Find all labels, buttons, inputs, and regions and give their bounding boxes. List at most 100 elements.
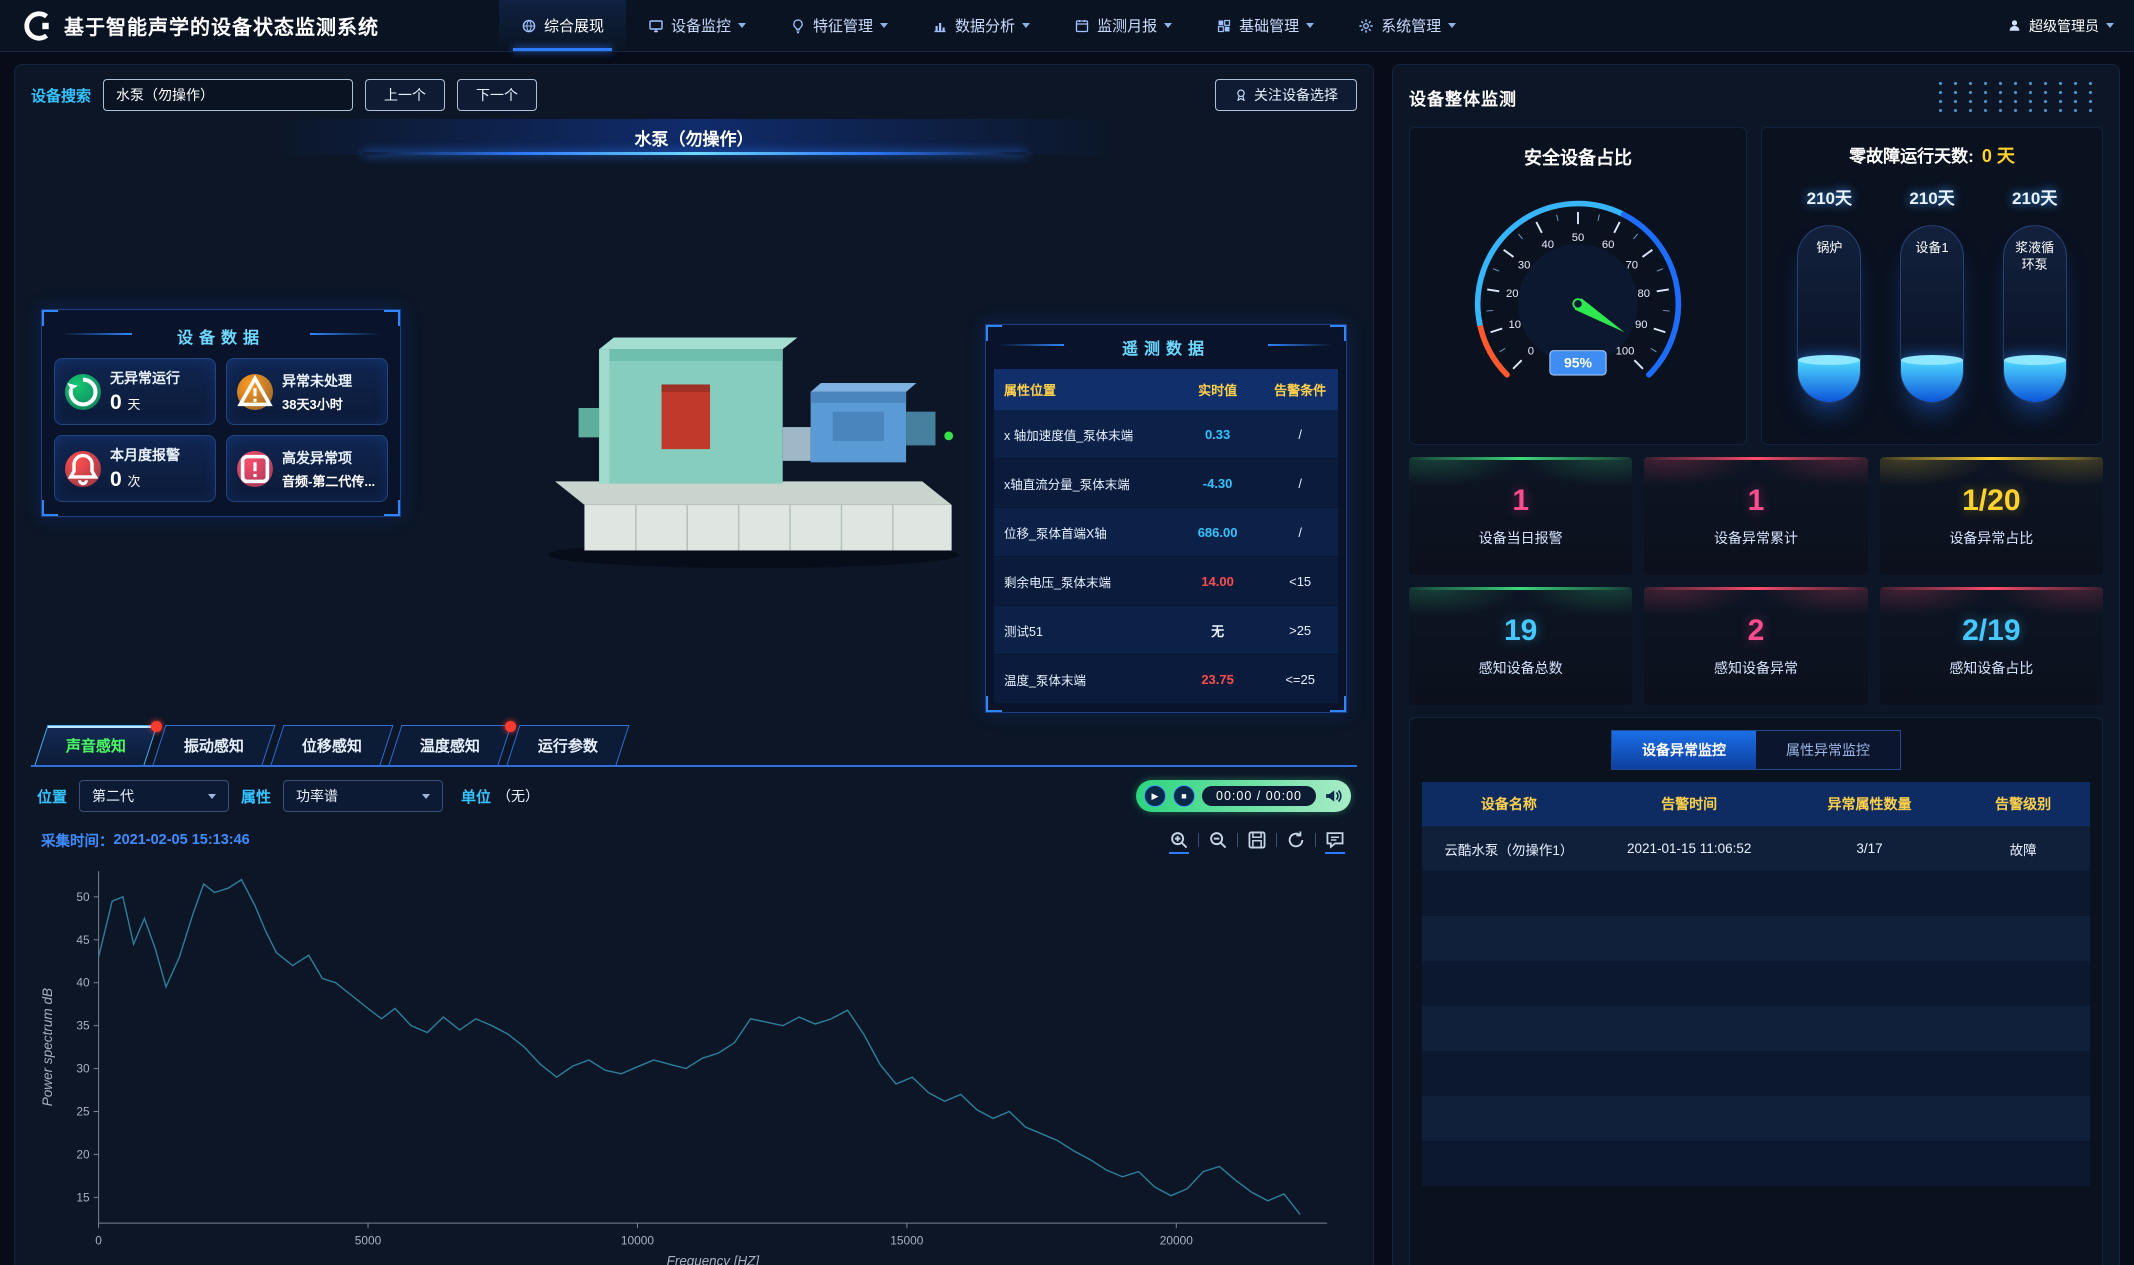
next-device-button[interactable]: 下一个 — [457, 79, 537, 111]
svg-text:0: 0 — [95, 1233, 102, 1247]
alarm-row[interactable]: 云酷水泵（勿操作1）2021-01-15 11:06:523/17故障 — [1422, 826, 2090, 871]
capture-time-value: 2021-02-05 15:13:46 — [114, 832, 250, 848]
zero-fault-title: 零故障运行天数: 0 天 — [1772, 142, 2092, 168]
nav-item-monitor[interactable]: 设备监控 — [626, 0, 768, 51]
volume-icon[interactable] — [1323, 786, 1343, 806]
telemetry-cond: / — [1262, 427, 1338, 442]
chart-controls: 位置 第二代 属性 功率谱 单位 （无） ▶ ■ 00:00 / 00:0 — [31, 773, 1357, 819]
audio-player[interactable]: ▶ ■ 00:00 / 00:00 — [1136, 780, 1351, 812]
decorative-dots — [1933, 79, 2103, 115]
overview-stat-card: 1设备异常累计 — [1644, 457, 1867, 575]
svg-text:25: 25 — [76, 1104, 90, 1118]
device-detail-panel: 设备搜索 上一个 下一个 关注设备选择 水泵（勿操作） — [14, 64, 1374, 1265]
telemetry-value: 无 — [1173, 621, 1262, 640]
tank: 210天设备1 — [1881, 184, 1984, 428]
alarm-row-empty — [1422, 1006, 2090, 1051]
spectrum-chart: 152025303540455005000100001500020000Freq… — [35, 855, 1353, 1265]
alarm-col-header: 异常属性数量 — [1783, 794, 1957, 814]
device-title-banner: 水泵（勿操作） — [31, 119, 1357, 155]
telemetry-title: 遥测数据 — [994, 331, 1338, 369]
user-menu[interactable]: 超级管理员 — [2007, 16, 2114, 36]
nav-item-base[interactable]: 基础管理 — [1194, 0, 1336, 51]
alarm-icon — [65, 451, 101, 487]
sense-tab-bar: 声音感知振动感知位移感知 温度感知 运行参数 — [31, 723, 1357, 767]
overview-panel: 设备整体监测 安全设备占比 010203040506070809010095% … — [1392, 64, 2120, 1265]
attribute-select[interactable]: 功率谱 — [283, 780, 443, 812]
analysis-icon — [932, 18, 948, 34]
svg-text:5000: 5000 — [355, 1233, 382, 1247]
chevron-down-icon — [2106, 23, 2114, 28]
sense-tab-label: 温度感知 — [420, 735, 480, 756]
unit-label: 单位 — [461, 786, 491, 807]
sense-tab[interactable]: 声音感知 — [35, 725, 158, 765]
nav-item-report[interactable]: 监测月报 — [1052, 0, 1194, 51]
tank-cylinder: 设备1 — [1900, 225, 1964, 403]
app-title: 基于智能声学的设备状态监测系统 — [64, 11, 379, 40]
spectrum-chart-area: 152025303540455005000100001500020000Freq… — [31, 855, 1357, 1265]
device-data-tiles: 无异常运行0 天异常未处理38天3小时本月度报警0 次高发异常项音频-第二代传.… — [54, 358, 388, 502]
zoom-reset-icon[interactable] — [1206, 829, 1230, 851]
svg-text:20: 20 — [76, 1147, 90, 1161]
sense-tab[interactable]: 运行参数 — [507, 725, 630, 765]
search-input[interactable] — [103, 79, 353, 111]
telemetry-rows: x 轴加速度值_泵体末端0.33/x轴直流分量_泵体末端-4.30/位移_泵体首… — [994, 410, 1338, 704]
nav-item-analysis[interactable]: 数据分析 — [910, 0, 1052, 51]
machine-3d-view[interactable] — [511, 239, 981, 599]
follow-device-button[interactable]: 关注设备选择 — [1215, 79, 1357, 111]
comment-icon[interactable] — [1323, 829, 1347, 851]
zoom-select-icon[interactable] — [1167, 829, 1191, 851]
toolbar-separator — [1198, 833, 1199, 847]
device-stat-tile: 本月度报警0 次 — [54, 435, 216, 502]
telemetry-row: x 轴加速度值_泵体末端0.33/ — [994, 410, 1338, 459]
alarm-time: 2021-01-15 11:06:52 — [1596, 841, 1783, 856]
nav-item-dashboard[interactable]: 综合展现 — [499, 0, 626, 51]
prev-device-button[interactable]: 上一个 — [365, 79, 445, 111]
stat-label: 设备当日报警 — [1479, 528, 1563, 548]
chevron-down-icon — [1164, 23, 1172, 28]
alarm-tab[interactable]: 设备异常监控 — [1612, 731, 1756, 769]
telemetry-cond: <15 — [1262, 574, 1338, 589]
nav-label: 综合展现 — [544, 15, 604, 36]
user-name: 超级管理员 — [2029, 16, 2099, 36]
tank-liquid — [1901, 360, 1963, 402]
telemetry-header-row: 属性位置实时值告警条件 — [994, 369, 1338, 410]
save-icon[interactable] — [1245, 829, 1269, 851]
stat-edge-glow — [1409, 587, 1632, 590]
chevron-down-icon — [1448, 23, 1456, 28]
telemetry-cond: / — [1262, 525, 1338, 540]
zero-fault-label: 零故障运行天数: — [1849, 142, 1974, 168]
svg-text:45: 45 — [76, 933, 90, 947]
alarm-col-header: 告警时间 — [1596, 794, 1783, 814]
play-icon[interactable]: ▶ — [1144, 785, 1166, 807]
overview-stat-card: 1设备当日报警 — [1409, 457, 1632, 575]
tank-liquid — [2004, 360, 2066, 402]
toolbar-separator — [1237, 833, 1238, 847]
svg-text:Frequency [HZ]: Frequency [HZ] — [667, 1253, 760, 1265]
nav-item-system[interactable]: 系统管理 — [1336, 0, 1478, 51]
app-root: 基于智能声学的设备状态监测系统 综合展现 设备监控特征管理数据分析监测月报基础管理… — [0, 0, 2134, 1265]
device-3d-viewer: 设备数据 无异常运行0 天异常未处理38天3小时本月度报警0 次高发异常项音频-… — [31, 159, 1357, 719]
warning-icon — [237, 374, 273, 410]
safety-gauge: 010203040506070809010095% — [1420, 170, 1736, 432]
position-select[interactable]: 第二代 — [79, 780, 229, 812]
tank-cylinder: 浆液循环泵 — [2003, 225, 2067, 403]
sense-tab[interactable]: 温度感知 — [389, 725, 512, 765]
stat-value: 1 — [1748, 484, 1765, 518]
nav-item-feature[interactable]: 特征管理 — [768, 0, 910, 51]
stat-label: 设备异常占比 — [1949, 528, 2033, 548]
app-logo-icon — [20, 9, 54, 43]
sense-tab[interactable]: 位移感知 — [271, 725, 394, 765]
warning-icon — [237, 374, 273, 410]
svg-text:60: 60 — [1602, 239, 1615, 251]
sense-tab[interactable]: 振动感知 — [153, 725, 276, 765]
svg-text:40: 40 — [1542, 239, 1555, 251]
tank: 210天浆液循环泵 — [1983, 184, 2086, 428]
svg-text:10000: 10000 — [621, 1233, 654, 1247]
stop-icon[interactable]: ■ — [1173, 785, 1195, 807]
overview-stats-grid: 1设备当日报警1设备异常累计1/20设备异常占比19感知设备总数2感知设备异常2… — [1409, 457, 2103, 705]
refresh-icon[interactable] — [1284, 829, 1308, 851]
stat-edge-glow — [1409, 457, 1632, 460]
alarm-row-empty — [1422, 916, 2090, 961]
alarm-tab[interactable]: 属性异常监控 — [1756, 731, 1900, 769]
stat-edge-glow — [1880, 587, 2103, 590]
